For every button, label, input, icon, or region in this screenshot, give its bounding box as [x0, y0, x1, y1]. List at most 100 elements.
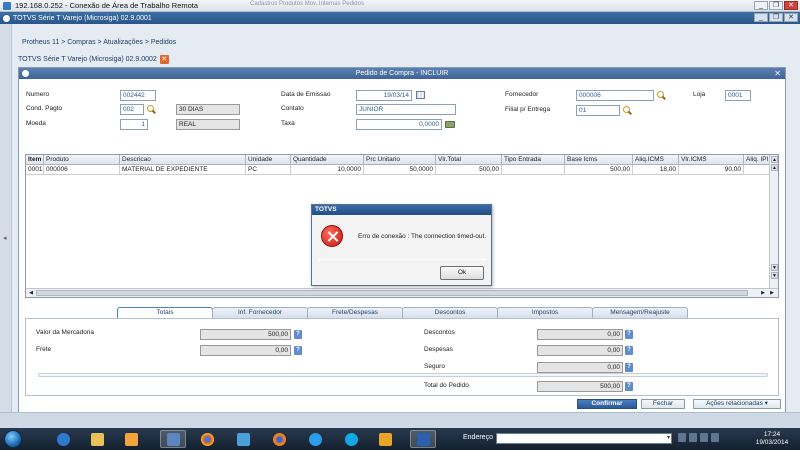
fechar-button[interactable]: Fechar [641, 399, 685, 409]
app-minimize-button[interactable]: _ [754, 13, 768, 22]
column-header-tipo-entrada[interactable]: Tipo Entrada [502, 155, 565, 165]
totals-panel: Valor da Mercadoria 500,00 ? Frete 0,00 … [25, 318, 779, 396]
cell-vlr-total[interactable]: 500,00 [436, 165, 502, 175]
taskbar-app-ie[interactable] [302, 430, 328, 448]
grid-horizontal-scrollbar[interactable]: ◀ ▶ ▶ [26, 288, 778, 297]
numero-field[interactable]: 002442 [120, 90, 156, 101]
scroll-thumb[interactable] [36, 290, 748, 296]
close-button[interactable]: ✕ [784, 1, 798, 10]
error-dialog-title: TOTVS [312, 205, 491, 215]
column-header-item[interactable]: Item [26, 155, 44, 165]
contato-field[interactable]: JUNIOR [356, 104, 456, 115]
app-restore-button[interactable]: ❐ [769, 13, 783, 22]
column-header-vlr-icms[interactable]: Vlr.ICMS [679, 155, 744, 165]
help-icon[interactable]: ? [625, 363, 633, 372]
address-input[interactable]: ▾ [496, 433, 672, 444]
cell-vlr-icms[interactable]: 90,00 [679, 165, 744, 175]
loja-field[interactable]: 0001 [725, 90, 751, 101]
volume-icon[interactable] [700, 433, 708, 442]
taskbar-app-chrome[interactable] [194, 430, 220, 448]
column-header-descricao[interactable]: Descricao [120, 155, 246, 165]
taskbar-app-skype[interactable] [338, 430, 364, 448]
grid-header: Item Produto Descricao Unidade Quantidad… [26, 155, 770, 165]
fornecedor-field[interactable]: 000006 [576, 90, 654, 101]
column-header-unidade[interactable]: Unidade [246, 155, 291, 165]
help-icon[interactable]: ? [625, 330, 633, 339]
taskbar-app-network[interactable] [230, 430, 256, 448]
help-icon[interactable]: ? [625, 346, 633, 355]
taskbar-app-explorer[interactable] [84, 430, 110, 448]
taskbar-app-totvs[interactable] [50, 430, 76, 448]
scroll-up-icon[interactable]: ▲ [771, 164, 778, 171]
firefox-icon [272, 432, 286, 446]
clock[interactable]: 17:24 19/03/2014 [748, 431, 796, 447]
scroll-top-icon[interactable]: ▲ [771, 156, 778, 163]
filial-entrega-search-icon[interactable] [623, 106, 632, 115]
table-row[interactable]: 0001 000006 MATERIAL DE EXPEDIENTE PC 10… [26, 165, 770, 175]
column-header-vlr-total[interactable]: Vlr.Total [436, 155, 502, 165]
acoes-relacionadas-button[interactable]: Ações relacionadas ▾ [693, 399, 781, 409]
app-close-button[interactable]: ✕ [784, 13, 798, 22]
moeda-field[interactable]: 1 [120, 119, 148, 130]
grid-vertical-scrollbar[interactable]: ▲ ▲ ▼ ▼ [769, 155, 778, 289]
scroll-bottom-icon[interactable]: ▼ [771, 272, 778, 279]
cell-produto[interactable]: 000006 [44, 165, 120, 175]
chevron-down-icon[interactable]: ▾ [667, 434, 670, 441]
cell-unidade[interactable]: PC [246, 165, 291, 175]
start-orb[interactable] [4, 430, 22, 448]
network-status-icon[interactable] [711, 433, 719, 442]
column-header-base-icms[interactable]: Base Icms [565, 155, 633, 165]
cell-prc-unitario[interactable]: 50,0000 [364, 165, 436, 175]
taskbar-app-media[interactable] [118, 430, 144, 448]
cell-descricao[interactable]: MATERIAL DE EXPEDIENTE [120, 165, 246, 175]
fornecedor-search-icon[interactable] [657, 91, 666, 100]
calculator-icon[interactable] [445, 121, 455, 128]
taskbar-app-firefox[interactable] [266, 430, 292, 448]
column-header-aliq-icms[interactable]: Aliq.ICMS [633, 155, 679, 165]
ok-button[interactable]: Ok [440, 266, 484, 280]
totvs-icon [56, 432, 70, 446]
filial-entrega-field[interactable]: 01 [576, 105, 620, 116]
cell-base-icms[interactable]: 500,00 [565, 165, 633, 175]
cond-pagto-search-icon[interactable] [147, 105, 156, 114]
cell-quantidade[interactable]: 10,0000 [291, 165, 364, 175]
scroll-end-icon[interactable]: ▶ [768, 289, 776, 297]
tray-icon[interactable] [689, 433, 697, 442]
taskbar-app-outlook[interactable] [372, 430, 398, 448]
data-emissao-field[interactable]: 19/03/14 [356, 90, 412, 101]
calendar-icon[interactable] [416, 91, 425, 99]
scroll-down-icon[interactable]: ▼ [771, 264, 778, 271]
remote-desktop-icon [166, 432, 180, 446]
collapse-arrow-icon[interactable]: ◂ [3, 234, 7, 242]
column-header-quantidade[interactable]: Quantidade [291, 155, 364, 165]
restore-button[interactable]: ❐ [769, 1, 783, 10]
skype-icon [344, 432, 358, 446]
cell-tipo-entrada[interactable] [502, 165, 565, 175]
column-header-prc-unitario[interactable]: Prc Unitario [364, 155, 436, 165]
column-header-aliq-ipi[interactable]: Aliq. IPI [744, 155, 770, 165]
scroll-right-icon[interactable]: ▶ [759, 289, 767, 297]
taskbar-app-word[interactable] [410, 430, 436, 448]
help-icon[interactable]: ? [625, 382, 633, 391]
help-icon[interactable]: ? [294, 330, 302, 339]
scroll-left-icon[interactable]: ◀ [27, 289, 35, 297]
seguro-label: Seguro [424, 363, 445, 370]
document-tab[interactable]: TOTVS Série T Varejo (Microsiga) 02.9.00… [18, 54, 169, 65]
cell-aliq-ipi[interactable] [744, 165, 770, 175]
dialog-close-icon[interactable]: ✕ [774, 68, 781, 79]
cell-aliq-icms[interactable]: 18,00 [633, 165, 679, 175]
moeda-description: REAL [176, 119, 240, 130]
cell-item[interactable]: 0001 [26, 165, 44, 175]
confirmar-button[interactable]: Confirmar [577, 399, 637, 409]
minimize-button[interactable]: _ [754, 1, 768, 10]
cond-pagto-field[interactable]: 002 [120, 104, 144, 115]
media-player-icon [124, 432, 138, 446]
taxa-field[interactable]: 0,0000 [356, 119, 442, 130]
data-emissao-label: Data de Emissao [281, 91, 331, 98]
tray-icon[interactable] [678, 433, 686, 442]
help-icon[interactable]: ? [294, 346, 302, 355]
taskbar-app-rdp[interactable] [160, 430, 186, 448]
close-tab-icon[interactable]: ✕ [159, 55, 169, 64]
side-collapse-strip[interactable]: ◂ [0, 24, 12, 428]
column-header-produto[interactable]: Produto [44, 155, 120, 165]
